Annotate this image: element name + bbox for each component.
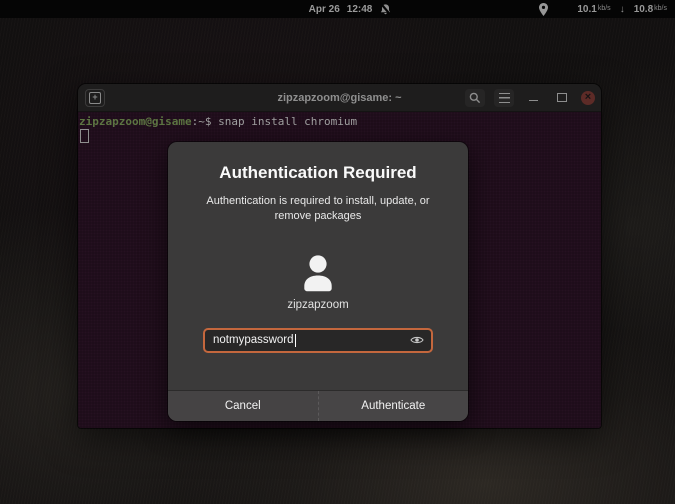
location-pin-icon [539, 2, 549, 16]
top-bar: Apr 26 12:48 10.1kb/s ↓ 10.8kb/s ↑ [0, 0, 675, 18]
maximize-button[interactable] [552, 89, 572, 107]
terminal-prompt: zipzapzoom@gisame [79, 115, 192, 128]
maximize-icon [557, 93, 567, 102]
dialog-message: Authentication is required to install, u… [206, 195, 430, 223]
net-upload: 10.8kb/s [634, 4, 667, 15]
clock-time: 12:48 [346, 3, 373, 15]
net-download: 10.1kb/s [577, 4, 610, 15]
authenticate-button[interactable]: Authenticate [317, 391, 468, 421]
minimize-icon [528, 99, 538, 102]
password-value: notmypassword [213, 334, 294, 347]
cancel-button[interactable]: Cancel [168, 391, 318, 421]
terminal-prompt-suffix: :~$ [191, 115, 219, 128]
password-input[interactable]: notmypassword [203, 327, 433, 353]
eye-icon [409, 337, 424, 344]
download-arrow-icon: ↓ [619, 3, 625, 15]
reveal-password-button[interactable] [409, 333, 424, 347]
terminal-cursor [80, 129, 89, 143]
net-up-value: 10.8 [633, 3, 654, 15]
terminal-titlebar[interactable]: + zipzapzoom@gisame: ~ × [78, 84, 601, 112]
desktop: Apr 26 12:48 10.1kb/s ↓ 10.8kb/s ↑ [0, 0, 675, 504]
text-caret [294, 333, 297, 347]
net-down-unit: kb/s [597, 4, 611, 12]
new-tab-button[interactable]: + [85, 88, 105, 107]
net-up-unit: kb/s [654, 4, 667, 12]
username-label: zipzapzoom [287, 298, 349, 311]
minimize-button[interactable] [523, 89, 543, 107]
auth-dialog: Authentication Required Authentication i… [168, 142, 468, 421]
dialog-title: Authentication Required [219, 163, 417, 182]
network-indicator[interactable]: 10.1kb/s ↓ 10.8kb/s ↑ [539, 0, 675, 18]
user-avatar-icon [304, 255, 332, 292]
menu-button[interactable] [494, 88, 514, 107]
terminal-command: snap install chromium [218, 115, 358, 128]
close-button[interactable]: × [581, 90, 595, 105]
search-button[interactable] [465, 88, 485, 107]
clock-date: Apr 26 [308, 3, 340, 15]
hamburger-icon [498, 92, 510, 103]
notifications-disabled-icon [379, 2, 392, 16]
net-down-value: 10.1 [577, 3, 597, 15]
search-icon [469, 92, 481, 103]
new-tab-icon: + [89, 91, 101, 104]
dialog-actions: Cancel Authenticate [168, 390, 468, 421]
